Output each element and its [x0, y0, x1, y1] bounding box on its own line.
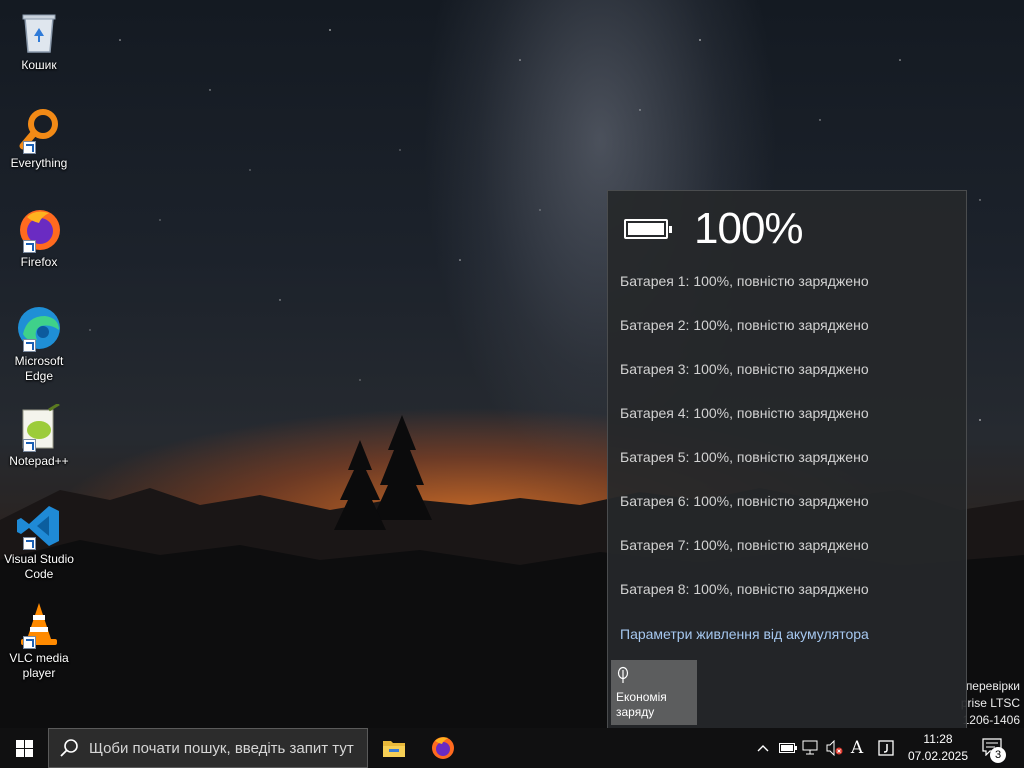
- battery-saver-toggle[interactable]: Економія заряду: [611, 660, 697, 725]
- desktop-icon-label: Кошик: [21, 58, 57, 72]
- battery-status-item: Батарея 8: 100%, повністю заряджено: [620, 581, 869, 597]
- desktop-icon-label: Visual Studio Code: [4, 552, 74, 581]
- recycle-bin-icon: [15, 8, 63, 56]
- firefox-icon: [15, 205, 63, 253]
- tray-ime-tool[interactable]: [874, 736, 898, 760]
- battery-flyout: 100% Батарея 1: 100%, повністю заряджено…: [607, 190, 967, 728]
- watermark-line-2: prise LTSC: [960, 696, 1020, 710]
- ime-pad-icon: [878, 740, 894, 756]
- windows-logo-icon: [15, 739, 33, 757]
- desktop-icon-label: Everything: [10, 156, 68, 170]
- vscode-icon: [15, 502, 63, 550]
- vlc-cone-icon: [15, 601, 63, 649]
- battery-status-item: Батарея 2: 100%, повністю заряджено: [620, 317, 869, 333]
- clock-date: 07.02.2025: [907, 749, 969, 763]
- leaf-icon: [617, 666, 629, 683]
- battery-full-icon: [624, 219, 672, 239]
- battery-icon: [779, 743, 797, 753]
- desktop-icon-firefox[interactable]: Firefox: [3, 205, 75, 270]
- tray-input-language[interactable]: A: [846, 736, 868, 760]
- desktop-icon-edge[interactable]: Microsoft Edge: [3, 304, 75, 384]
- desktop-icon-label: Microsoft Edge: [14, 354, 64, 383]
- battery-settings-link[interactable]: Параметри живлення від акумулятора: [620, 626, 869, 642]
- shortcut-arrow-icon: [23, 439, 36, 452]
- chevron-up-icon: [757, 745, 769, 752]
- desktop-icon-notepad-plus-plus[interactable]: Notepad++: [3, 402, 75, 469]
- battery-status-item: Батарея 6: 100%, повністю заряджено: [620, 493, 869, 509]
- battery-percent: 100%: [694, 204, 804, 253]
- battery-saver-label-line2: заряду: [616, 705, 655, 719]
- battery-list: Батарея 1: 100%, повністю заряджено Бата…: [620, 271, 869, 623]
- battery-status-item: Батарея 3: 100%, повністю заряджено: [620, 361, 869, 377]
- network-icon: [802, 740, 818, 755]
- battery-status-item: Батарея 1: 100%, повністю заряджено: [620, 273, 869, 289]
- tray-overflow-chevron[interactable]: [754, 736, 772, 760]
- desktop-icon-vlc[interactable]: VLC media player: [3, 601, 75, 681]
- desktop-icon-label: Notepad++: [9, 454, 69, 468]
- battery-saver-label-line1: Економія: [616, 690, 667, 704]
- shortcut-arrow-icon: [23, 240, 36, 253]
- notification-count-badge: 3: [990, 747, 1006, 763]
- watermark-line-1: перевірки: [965, 679, 1020, 693]
- firefox-icon: [432, 737, 454, 759]
- desktop-icon-label: Firefox: [20, 255, 58, 269]
- battery-header: 100%: [624, 204, 804, 253]
- taskbar-firefox[interactable]: [419, 728, 467, 768]
- desktop-icon-everything[interactable]: Everything: [3, 106, 75, 171]
- volume-muted-icon: [826, 740, 843, 756]
- tray-battery[interactable]: [777, 736, 799, 760]
- battery-status-item: Батарея 4: 100%, повністю заряджено: [620, 405, 869, 421]
- folder-icon: [383, 741, 405, 757]
- edge-icon: [15, 304, 63, 352]
- battery-status-item: Батарея 7: 100%, повністю заряджено: [620, 537, 869, 553]
- shortcut-arrow-icon: [23, 636, 36, 649]
- search-icon: [60, 739, 78, 757]
- shortcut-arrow-icon: [23, 537, 36, 550]
- notepad-plus-plus-icon: [15, 402, 63, 452]
- shortcut-arrow-icon: [23, 339, 36, 352]
- desktop-icon-vscode[interactable]: Visual Studio Code: [3, 502, 75, 582]
- everything-magnifier-icon: [15, 106, 63, 154]
- watermark-line-3: 1206-1406: [962, 713, 1020, 727]
- shortcut-arrow-icon: [23, 141, 36, 154]
- taskbar: Щоби почати пошук, введіть запит тут A 1…: [0, 728, 1024, 768]
- battery-status-item: Батарея 5: 100%, повністю заряджено: [620, 449, 869, 465]
- activation-watermark: перевірки prise LTSC 1206-1406: [961, 678, 1020, 729]
- clock-time: 11:28: [923, 732, 953, 746]
- tray-network[interactable]: [800, 736, 822, 760]
- tray-volume[interactable]: [823, 736, 845, 760]
- search-placeholder: Щоби почати пошук, введіть запит тут: [89, 739, 354, 757]
- taskbar-search-box[interactable]: Щоби почати пошук, введіть запит тут: [48, 728, 368, 768]
- taskbar-clock[interactable]: 11:28 07.02.2025: [902, 731, 974, 765]
- desktop-icon-label: VLC media player: [9, 651, 69, 680]
- taskbar-file-explorer[interactable]: [370, 728, 418, 768]
- desktop-icon-recycle-bin[interactable]: Кошик: [3, 8, 75, 73]
- start-button[interactable]: [0, 728, 48, 768]
